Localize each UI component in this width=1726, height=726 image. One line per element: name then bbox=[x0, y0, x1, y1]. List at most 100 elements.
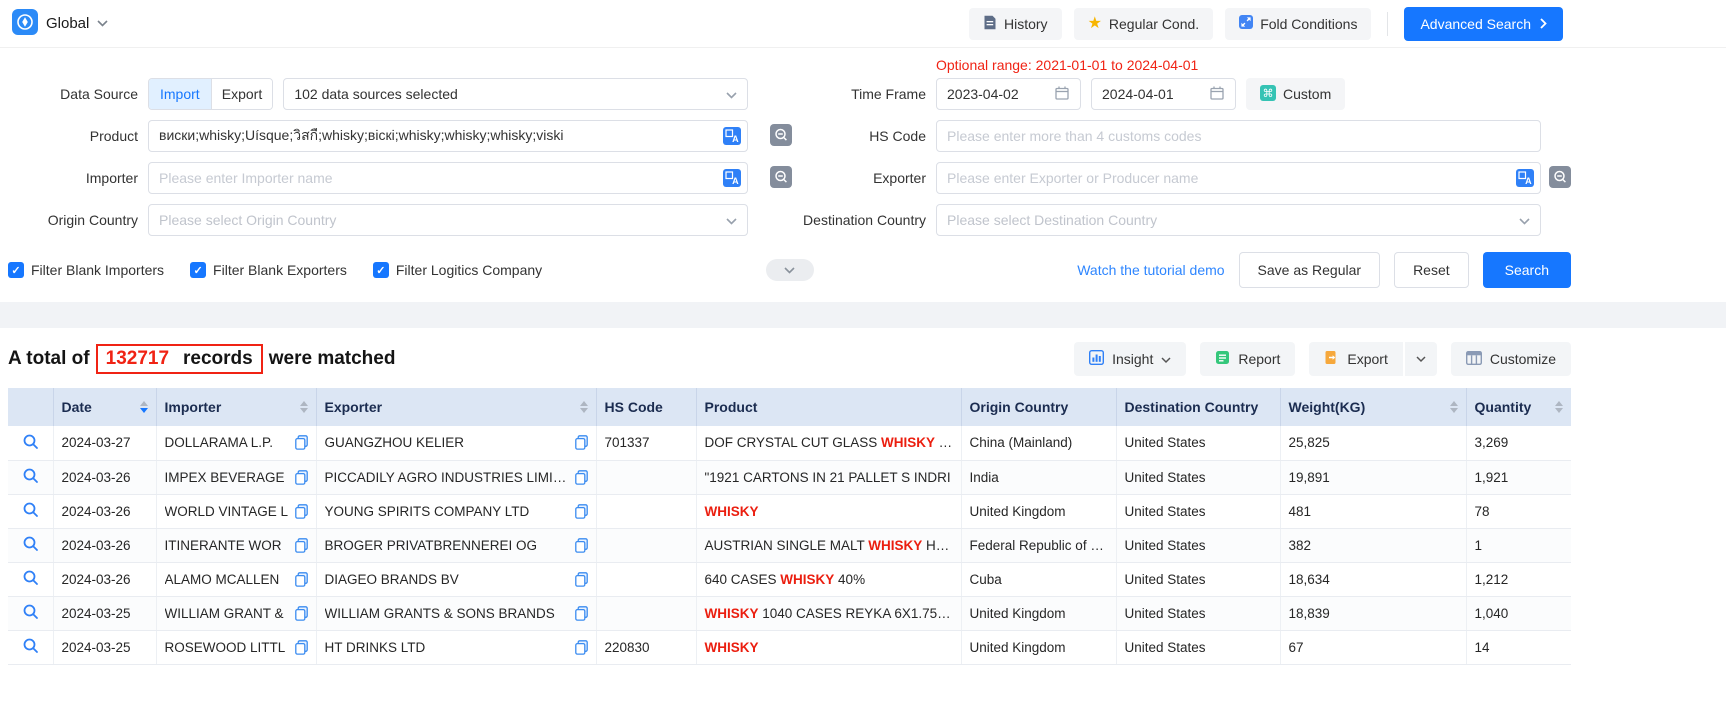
copy-icon[interactable] bbox=[295, 435, 308, 450]
export-options-button[interactable] bbox=[1403, 342, 1437, 376]
cell-weight: 382 bbox=[1280, 528, 1466, 562]
cell-hs-code bbox=[596, 596, 696, 630]
data-sources-value: 102 data sources selected bbox=[294, 86, 457, 102]
advanced-search-button[interactable]: Advanced Search bbox=[1404, 7, 1563, 41]
save-as-regular-button[interactable]: Save as Regular bbox=[1239, 252, 1381, 288]
exclude-search-icon[interactable] bbox=[770, 124, 792, 149]
cell-exporter: WILLIAM GRANTS & SONS BRANDS bbox=[316, 596, 596, 630]
copy-icon[interactable] bbox=[575, 640, 588, 655]
filter-blank-importers-checkbox[interactable]: ✓ Filter Blank Importers bbox=[8, 262, 164, 278]
cell-quantity: 1,040 bbox=[1466, 596, 1571, 630]
row-detail-button[interactable] bbox=[8, 630, 53, 664]
origin-country-select[interactable]: Please select Origin Country bbox=[148, 204, 748, 236]
cell-exporter: GUANGZHOU KELIER bbox=[316, 426, 596, 460]
reset-button[interactable]: Reset bbox=[1394, 252, 1469, 288]
translate-icon[interactable]: A bbox=[723, 127, 741, 145]
exclude-search-icon[interactable] bbox=[770, 166, 792, 191]
divider bbox=[1387, 12, 1388, 36]
export-button[interactable]: Export bbox=[1309, 342, 1402, 376]
column-header[interactable]: Importer bbox=[156, 388, 316, 426]
translate-icon[interactable]: A bbox=[1516, 169, 1534, 187]
regular-conditions-button[interactable]: ★ Regular Cond. bbox=[1074, 8, 1214, 40]
svg-text:A: A bbox=[1525, 176, 1532, 186]
date-to-picker[interactable]: 2024-04-01 bbox=[1091, 78, 1236, 110]
export-icon bbox=[1324, 350, 1339, 368]
cell-hs-code: 220830 bbox=[596, 630, 696, 664]
row-detail-button[interactable] bbox=[8, 426, 53, 460]
hs-code-input[interactable] bbox=[947, 128, 1530, 144]
cell-importer: IMPEX BEVERAGE bbox=[156, 460, 316, 494]
row-detail-button[interactable] bbox=[8, 596, 53, 630]
cell-exporter: DIAGEO BRANDS BV bbox=[316, 562, 596, 596]
sort-icon[interactable] bbox=[134, 401, 148, 413]
copy-icon[interactable] bbox=[575, 538, 588, 553]
copy-icon[interactable] bbox=[295, 572, 308, 587]
copy-icon[interactable] bbox=[295, 538, 308, 553]
filter-logistics-checkbox[interactable]: ✓ Filter Logitics Company bbox=[373, 262, 542, 278]
filter-logistics-label: Filter Logitics Company bbox=[396, 262, 542, 278]
table-row: 2024-03-26IMPEX BEVERAGEPICCADILY AGRO I… bbox=[8, 460, 1571, 494]
column-header[interactable]: Date bbox=[53, 388, 156, 426]
copy-icon[interactable] bbox=[575, 504, 588, 519]
copy-icon[interactable] bbox=[295, 504, 308, 519]
table-row: 2024-03-25WILLIAM GRANT &WILLIAM GRANTS … bbox=[8, 596, 1571, 630]
history-icon bbox=[983, 15, 997, 33]
insight-button[interactable]: Insight bbox=[1074, 342, 1186, 376]
copy-icon[interactable] bbox=[295, 470, 308, 485]
cell-exporter: YOUNG SPIRITS COMPANY LTD bbox=[316, 494, 596, 528]
results-prefix: A total of bbox=[8, 348, 90, 370]
copy-icon[interactable] bbox=[575, 572, 588, 587]
product-input[interactable] bbox=[159, 128, 737, 144]
exclude-search-icon[interactable] bbox=[1549, 166, 1571, 191]
cell-quantity: 1 bbox=[1466, 528, 1571, 562]
filter-blank-exporters-checkbox[interactable]: ✓ Filter Blank Exporters bbox=[190, 262, 347, 278]
cell-date: 2024-03-26 bbox=[53, 562, 156, 596]
copy-icon[interactable] bbox=[575, 606, 588, 621]
search-button[interactable]: Search bbox=[1483, 252, 1571, 288]
copy-icon[interactable] bbox=[575, 470, 588, 485]
row-detail-button[interactable] bbox=[8, 494, 53, 528]
cell-importer: ROSEWOOD LITTL bbox=[156, 630, 316, 664]
data-source-export-tab[interactable]: Export bbox=[211, 79, 273, 109]
copy-icon[interactable] bbox=[575, 435, 588, 450]
sort-icon[interactable] bbox=[574, 401, 588, 413]
region-selector[interactable]: Global bbox=[12, 9, 108, 38]
history-button[interactable]: History bbox=[969, 8, 1062, 40]
translate-icon[interactable]: A bbox=[723, 169, 741, 187]
product-label: Product bbox=[8, 128, 148, 144]
destination-country-select[interactable]: Please select Destination Country bbox=[936, 204, 1541, 236]
svg-text:A: A bbox=[732, 176, 739, 186]
importer-input[interactable] bbox=[159, 170, 737, 186]
column-header[interactable]: Weight(KG) bbox=[1280, 388, 1466, 426]
data-source-toggle: Import Export bbox=[148, 78, 273, 110]
fold-conditions-button[interactable]: Fold Conditions bbox=[1225, 8, 1371, 40]
row-detail-button[interactable] bbox=[8, 562, 53, 596]
highlight-box: 132717 records bbox=[96, 344, 263, 374]
sort-icon[interactable] bbox=[294, 401, 308, 413]
exporter-input[interactable] bbox=[947, 170, 1530, 186]
copy-icon[interactable] bbox=[295, 640, 308, 655]
custom-range-button[interactable]: ⌘ Custom bbox=[1246, 78, 1345, 110]
column-header[interactable]: Exporter bbox=[316, 388, 596, 426]
copy-icon[interactable] bbox=[295, 606, 308, 621]
row-detail-button[interactable] bbox=[8, 528, 53, 562]
collapse-form-button[interactable] bbox=[766, 259, 814, 281]
tutorial-demo-link[interactable]: Watch the tutorial demo bbox=[1077, 262, 1224, 278]
importer-label: Importer bbox=[8, 170, 148, 186]
row-detail-button[interactable] bbox=[8, 460, 53, 494]
data-source-import-tab[interactable]: Import bbox=[149, 79, 211, 109]
customize-button[interactable]: Customize bbox=[1451, 342, 1571, 376]
column-header[interactable]: Quantity bbox=[1466, 388, 1571, 426]
date-from-picker[interactable]: 2023-04-02 bbox=[936, 78, 1081, 110]
cell-destination-country: United States bbox=[1116, 460, 1280, 494]
cell-origin-country: United Kingdom bbox=[961, 596, 1116, 630]
data-source-label: Data Source bbox=[8, 86, 148, 102]
column-header: Origin Country bbox=[961, 388, 1116, 426]
data-sources-select[interactable]: 102 data sources selected bbox=[283, 78, 748, 110]
sort-icon[interactable] bbox=[1549, 401, 1563, 413]
report-button[interactable]: Report bbox=[1200, 342, 1295, 376]
svg-text:⌘: ⌘ bbox=[1263, 88, 1274, 100]
hs-code-label: HS Code bbox=[796, 128, 936, 144]
sort-icon[interactable] bbox=[1444, 401, 1458, 413]
globe-icon bbox=[12, 9, 38, 38]
